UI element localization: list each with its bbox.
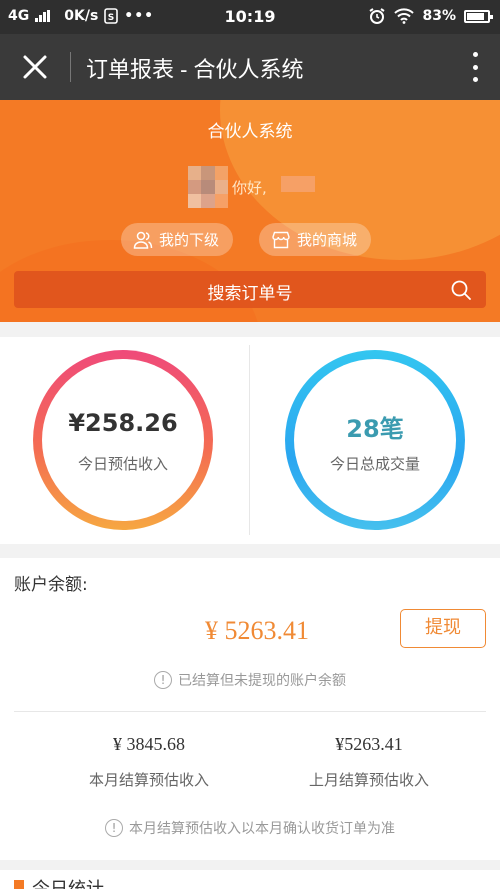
last-month-label: 上月结算预估收入 (308, 771, 429, 789)
page-title: 订单报表 - 合伙人系统 (86, 57, 304, 82)
battery-icon (464, 9, 493, 23)
balance-divider (14, 711, 486, 712)
today-orders-ring: 28笔 今日总成交量 (285, 350, 465, 530)
today-income-label: 今日预估收入 (77, 455, 168, 473)
month-note-text: 本月结算预估收入以本月确认收货订单为准 (129, 821, 395, 837)
today-orders-label: 今日总成交量 (329, 455, 420, 473)
this-month-value: ¥ 3845.68 (113, 734, 185, 754)
alarm-icon (369, 8, 386, 24)
my-subordinates-label: 我的下级 (159, 231, 220, 249)
info-icon: ! (154, 671, 172, 689)
today-income-ring: ¥258.26 今日预估收入 (33, 350, 213, 530)
account-balance-panel: 账户余额: ¥ 5263.41 提现 ! 已结算但未提现的账户余额 ¥ 3845… (0, 558, 500, 860)
info-icon: ! (105, 819, 123, 837)
users-icon (133, 231, 153, 249)
today-income-value: ¥258.26 (68, 409, 178, 437)
balance-note-text: 已结算但未提现的账户余额 (178, 673, 346, 689)
balance-title: 账户余额: (14, 575, 88, 595)
my-shop-label: 我的商城 (297, 231, 358, 249)
today-orders-value: 28笔 (346, 415, 404, 443)
avatar (188, 166, 228, 208)
battery-percent: 83% (422, 8, 456, 24)
last-month-value: ¥5263.41 (335, 734, 403, 754)
status-bar: 4G 0K/s S ••• 10:19 83% (0, 0, 500, 34)
title-bar: 订单报表 - 合伙人系统 (0, 34, 500, 100)
profile-header: 合伙人系统 你好, 我的下级 我的商城 搜索订单号 (0, 100, 500, 322)
title-divider (70, 52, 71, 82)
my-shop-button[interactable]: 我的商城 (259, 223, 372, 256)
last-month-income: ¥5263.41 上月结算预估收入 (244, 734, 494, 790)
username-redacted (281, 176, 315, 192)
month-note: ! 本月结算预估收入以本月确认收货订单为准 (0, 818, 500, 838)
today-stats-title: 今日统计 (32, 875, 104, 889)
withdraw-button[interactable]: 提现 (400, 609, 486, 648)
stats-divider (249, 345, 250, 535)
search-icon[interactable] (450, 279, 472, 301)
close-icon[interactable] (20, 52, 50, 82)
search-placeholder: 搜索订单号 (207, 284, 293, 304)
greeting: 你好, (232, 179, 267, 197)
wifi-icon (394, 8, 415, 24)
balance-note: ! 已结算但未提现的账户余额 (0, 670, 500, 690)
balance-amount: ¥ 5263.41 (205, 616, 309, 645)
order-search-input[interactable]: 搜索订单号 (14, 271, 486, 308)
system-name: 合伙人系统 (207, 122, 293, 142)
section-marker (14, 880, 24, 889)
today-stats-panel: ¥258.26 今日预估收入 28笔 今日总成交量 (0, 337, 500, 544)
today-stats-section: 今日统计 (0, 870, 500, 889)
shop-icon (272, 231, 290, 248)
my-subordinates-button[interactable]: 我的下级 (121, 223, 234, 256)
this-month-label: 本月结算预估收入 (88, 771, 209, 789)
more-menu-icon[interactable] (470, 52, 480, 82)
this-month-income: ¥ 3845.68 本月结算预估收入 (24, 734, 274, 790)
